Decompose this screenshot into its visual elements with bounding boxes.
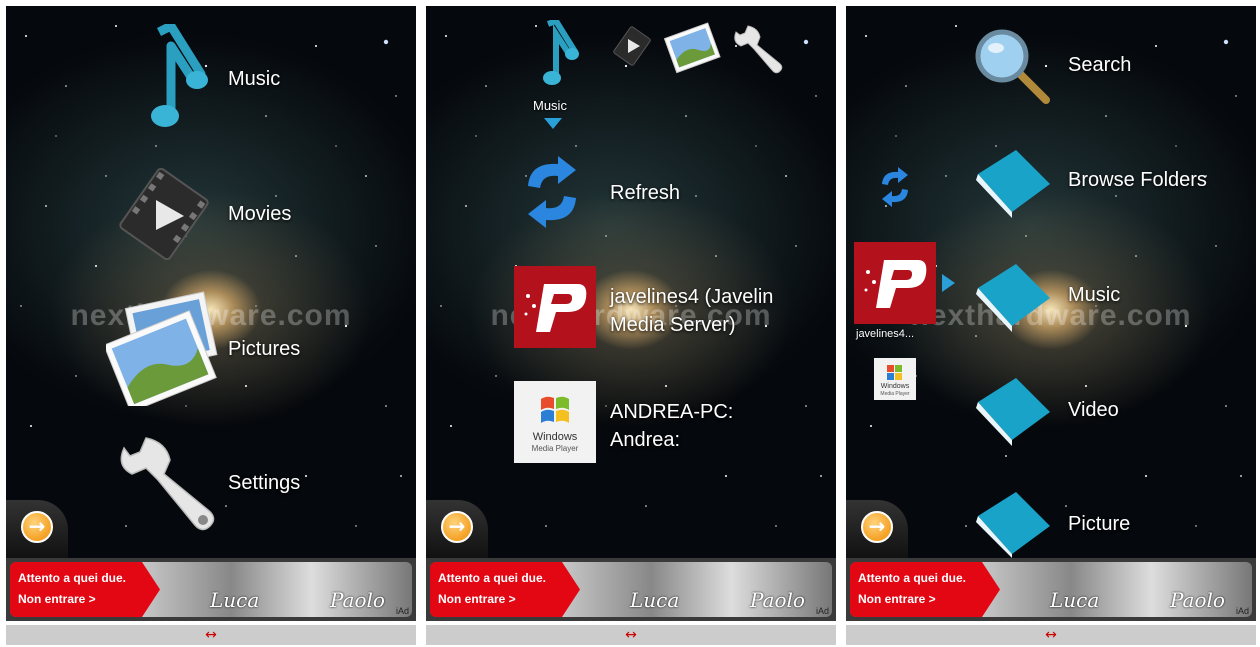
app-screen: nexthardware.com Music Movies Pictures S… (6, 6, 416, 558)
menu-item-label: Settings (228, 472, 301, 494)
folder-icon (976, 492, 1050, 558)
ad-name-paolo: Paolo (1170, 588, 1225, 612)
ad-image: Attento a quei due. Non entrare > Luca P… (430, 562, 832, 617)
ad-headline: Attento a quei due. (858, 571, 966, 585)
arrow-right-icon: → (21, 511, 53, 543)
list-item-label: ANDREA-PC: Andrea: (610, 398, 733, 454)
ad-headline: Attento a quei due. (438, 571, 546, 585)
app-screen: nexthardware.com Music Refresh javelines… (426, 6, 836, 558)
windows-flag-icon (541, 396, 569, 423)
ad-image: Attento a quei due. Non entrare > Luca P… (850, 562, 1252, 617)
panel-music-servers: nexthardware.com Music Refresh javelines… (420, 0, 836, 647)
panel-server-browse: nexthardware.com javelines4... Windows M… (840, 0, 1256, 647)
label-line: javelines4 (Javelin (610, 286, 774, 308)
list-item-label: Video (1068, 399, 1119, 421)
iad-badge: iAd (395, 606, 409, 616)
windows-media-player-icon: Windows Media Player (514, 381, 596, 463)
wmp-text: Windows (880, 383, 910, 390)
ad-image: Attento a quei due. Non entrare > Luca P… (10, 562, 412, 617)
music-note-icon (543, 20, 579, 85)
music-note-icon (151, 24, 208, 127)
folder-icon (976, 264, 1050, 332)
iad-badge: iAd (815, 606, 829, 616)
film-icon (119, 168, 209, 260)
iad-banner[interactable]: Attento a quei due. Non entrare > Luca P… (846, 558, 1256, 621)
windows-flag-icon (887, 365, 902, 380)
next-button[interactable]: → (426, 500, 488, 558)
arrow-right-icon: → (861, 511, 893, 543)
app-screen: nexthardware.com javelines4... Windows M… (846, 6, 1256, 558)
refresh-icon (528, 156, 576, 228)
next-button[interactable]: → (6, 500, 68, 558)
javelin-icon (854, 242, 936, 324)
panel-main-menu: nexthardware.com Music Movies Pictures S… (0, 0, 416, 647)
iad-banner[interactable]: Attento a quei due. Non entrare > Luca P… (426, 558, 836, 621)
iad-banner[interactable]: Attento a quei due. Non entrare > Luca P… (6, 558, 416, 621)
ad-link: Non entrare > (18, 592, 96, 606)
wrench-icon (120, 437, 215, 531)
ad-link: Non entrare > (438, 592, 516, 606)
ad-link: Non entrare > (858, 592, 936, 606)
ad-name-luca: Luca (210, 588, 260, 612)
menu-item-label: Music (228, 68, 281, 90)
list-item-label: javelines4 (Javelin Media Server) (610, 283, 773, 339)
list-item-label: Search (1068, 54, 1132, 76)
list-item-label: Refresh (610, 182, 681, 204)
ad-name-luca: Luca (1050, 588, 1100, 612)
resize-handle[interactable]: ↔ (426, 625, 836, 645)
resize-handle[interactable]: ↔ (846, 625, 1256, 645)
wmp-subtext: Media Player (880, 391, 910, 397)
list-item-label: Music (1068, 284, 1121, 306)
crumb-label: Music (533, 98, 567, 113)
ad-name-paolo: Paolo (750, 588, 805, 612)
iad-badge: iAd (1235, 606, 1249, 616)
server-label: javelines4... (856, 328, 915, 340)
folder-icon (976, 150, 1050, 218)
folder-icon (976, 378, 1050, 446)
photos-icon[interactable] (662, 20, 724, 76)
ad-name-paolo: Paolo (330, 588, 385, 612)
magnifier-icon (975, 29, 1050, 104)
wmp-text: Windows (532, 431, 578, 443)
star-background (440, 25, 822, 527)
arrow-right-icon: → (441, 511, 473, 543)
menu-item-label: Movies (228, 203, 292, 225)
photos-icon (106, 291, 218, 406)
label-line: ANDREA-PC: (610, 401, 734, 423)
wrench-icon[interactable] (728, 20, 790, 78)
ad-headline: Attento a quei due. (18, 571, 126, 585)
list-item-label: Picture (1068, 513, 1131, 535)
triangle-down-icon (544, 118, 562, 129)
next-button[interactable]: → (846, 500, 908, 558)
windows-media-player-icon[interactable]: Windows Media Player (874, 358, 916, 400)
refresh-icon[interactable] (878, 166, 912, 208)
menu-item-label: Pictures (228, 338, 301, 360)
javelin-icon (514, 266, 596, 348)
wmp-subtext: Media Player (531, 444, 579, 453)
ad-name-luca: Luca (630, 588, 680, 612)
list-item-label: Browse Folders (1068, 169, 1207, 191)
label-line: Andrea: (610, 429, 681, 451)
film-icon[interactable] (612, 26, 652, 66)
resize-handle[interactable]: ↔ (6, 625, 416, 645)
label-line: Media Server) (610, 314, 736, 336)
triangle-right-icon (942, 274, 955, 292)
